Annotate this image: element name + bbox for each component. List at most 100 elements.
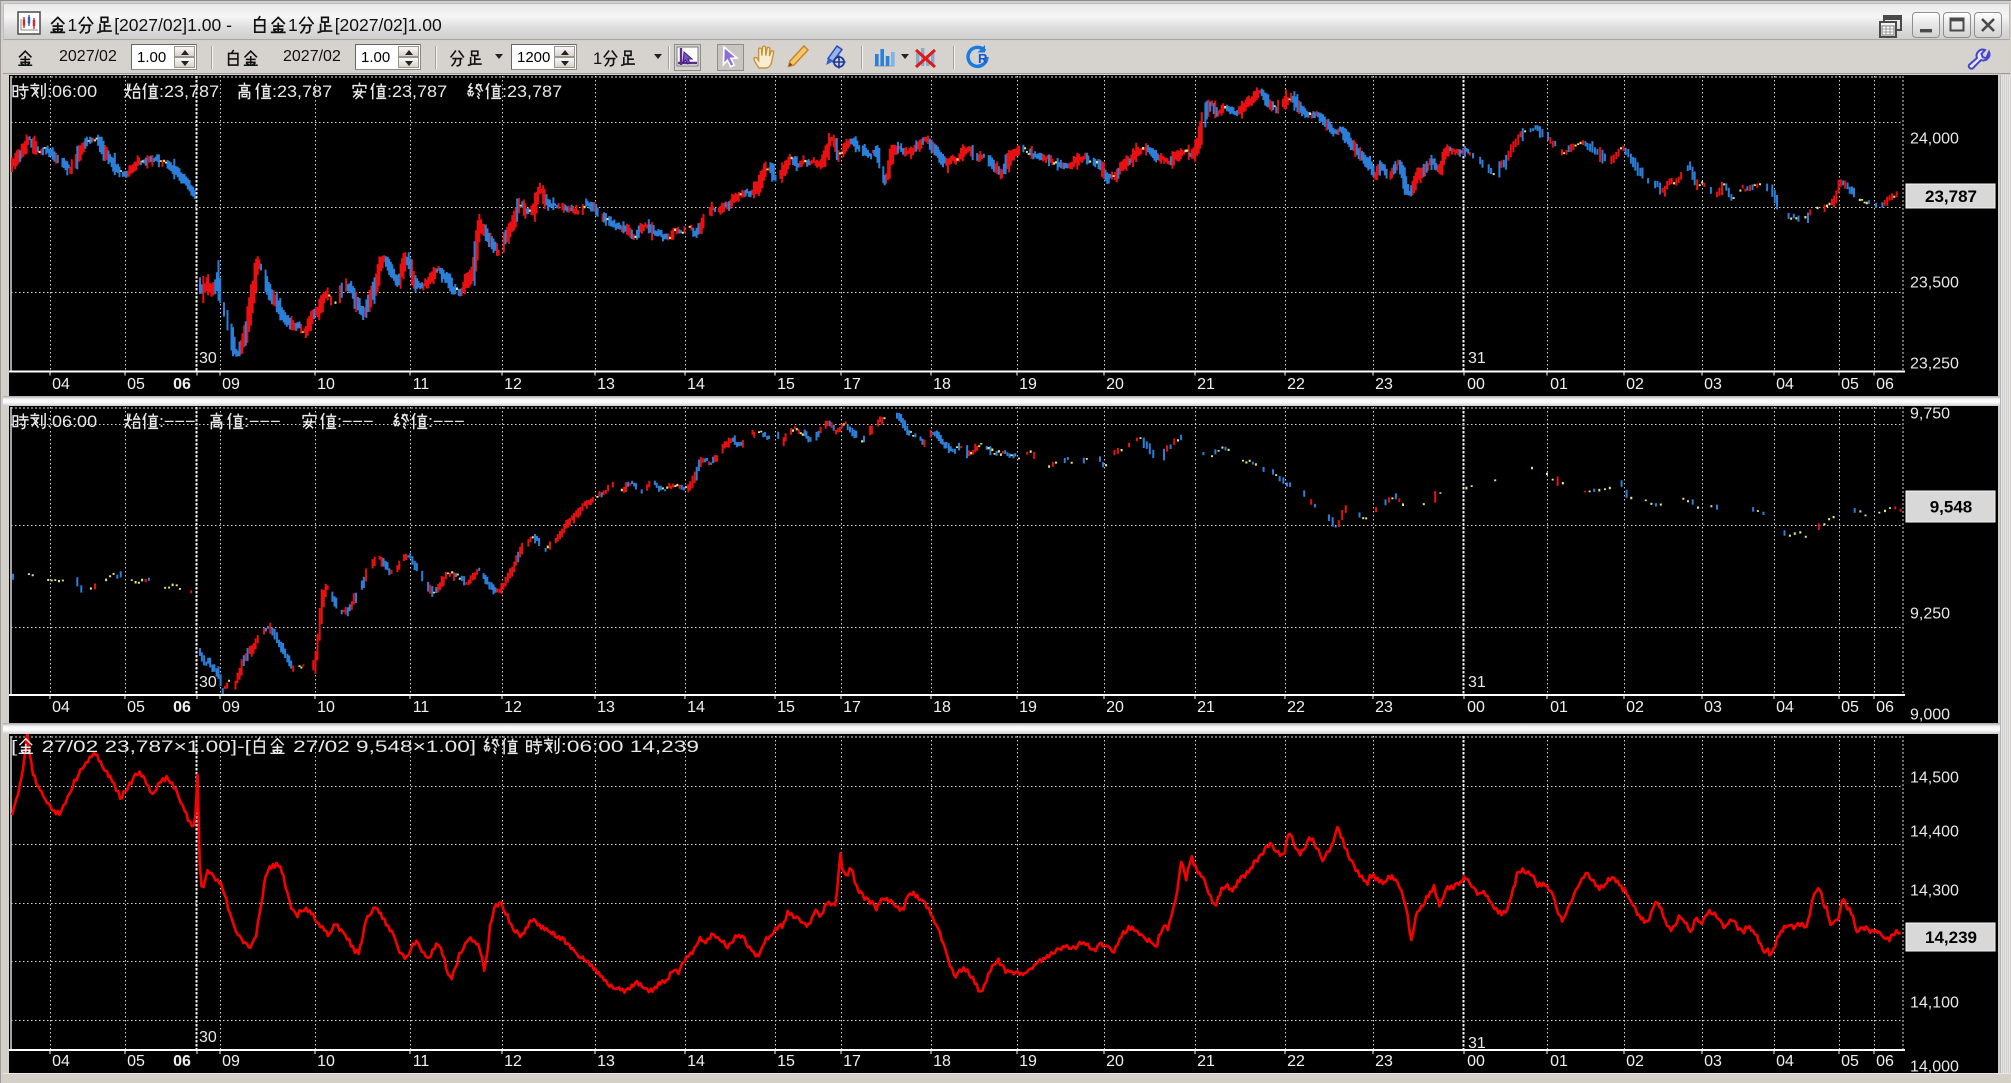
svg-text:23,787: 23,787 — [1925, 187, 1977, 206]
svg-text:11: 11 — [413, 699, 430, 716]
svg-text:19: 19 — [1019, 376, 1037, 393]
svg-text:17: 17 — [843, 376, 861, 393]
svg-text:22: 22 — [1287, 1053, 1305, 1070]
svg-text::23,787: :23,787 — [387, 82, 447, 101]
svg-text::−−−: :−−− — [337, 412, 374, 431]
svg-text:23: 23 — [1375, 699, 1393, 716]
svg-text:31: 31 — [1468, 674, 1486, 691]
svg-text:15: 15 — [777, 699, 795, 716]
svg-text:15: 15 — [777, 376, 795, 393]
svg-text:22: 22 — [1287, 699, 1305, 716]
svg-text:13: 13 — [597, 376, 615, 393]
svg-text:05: 05 — [127, 376, 145, 393]
svg-text::23,787: :23,787 — [272, 82, 332, 101]
svg-text:17: 17 — [843, 699, 861, 716]
svg-text:23: 23 — [1375, 1053, 1393, 1070]
svg-text:00: 00 — [1467, 699, 1485, 716]
svg-text:11: 11 — [413, 376, 430, 393]
svg-text:30: 30 — [199, 674, 217, 691]
svg-text:14,400: 14,400 — [1910, 824, 1959, 841]
svg-text:17: 17 — [843, 1053, 861, 1070]
svg-text:22: 22 — [1287, 376, 1305, 393]
svg-text:9,548: 9,548 — [1930, 498, 1973, 517]
svg-text:06: 06 — [1876, 699, 1894, 716]
svg-text:02: 02 — [1626, 376, 1644, 393]
svg-text:14,500: 14,500 — [1910, 770, 1959, 787]
svg-text:12: 12 — [504, 699, 522, 716]
svg-text:04: 04 — [1776, 1053, 1794, 1070]
svg-text:12: 12 — [504, 1053, 522, 1070]
svg-text:06: 06 — [1876, 376, 1894, 393]
svg-text:05: 05 — [127, 699, 145, 716]
svg-text:13: 13 — [597, 699, 615, 716]
svg-text:R: R — [978, 51, 988, 66]
svg-text:11: 11 — [413, 1053, 430, 1070]
svg-text:02: 02 — [1626, 699, 1644, 716]
svg-text:19: 19 — [1019, 699, 1037, 716]
svg-text:03: 03 — [1704, 376, 1722, 393]
svg-text::06:00: :06:00 — [47, 82, 97, 101]
svg-text:20: 20 — [1106, 376, 1124, 393]
svg-text:10: 10 — [317, 1053, 335, 1070]
svg-text:14,300: 14,300 — [1910, 883, 1959, 900]
svg-text:00: 00 — [1467, 376, 1485, 393]
svg-text::−−−: :−−− — [428, 412, 465, 431]
svg-text:04: 04 — [52, 699, 70, 716]
svg-text::06:00 14,239: :06:00 14,239 — [561, 737, 699, 756]
svg-text:13: 13 — [597, 1053, 615, 1070]
svg-text:04: 04 — [1776, 376, 1794, 393]
svg-text:06: 06 — [173, 1053, 191, 1070]
svg-text:03: 03 — [1704, 1053, 1722, 1070]
svg-text::−−−: :−−− — [244, 412, 281, 431]
svg-text:30: 30 — [199, 350, 217, 367]
svg-text:9,000: 9,000 — [1910, 707, 1950, 724]
svg-text:03: 03 — [1704, 699, 1722, 716]
svg-text::−−−: :−−− — [159, 412, 196, 431]
svg-text:20: 20 — [1106, 1053, 1124, 1070]
svg-text:9,250: 9,250 — [1910, 606, 1950, 623]
svg-text:10: 10 — [317, 699, 335, 716]
svg-text:23,500: 23,500 — [1910, 275, 1959, 292]
svg-text:06: 06 — [173, 699, 191, 716]
svg-text:02: 02 — [1626, 1053, 1644, 1070]
svg-text:09: 09 — [222, 1053, 240, 1070]
svg-text:05: 05 — [1841, 376, 1859, 393]
svg-text:31: 31 — [1468, 350, 1486, 367]
svg-text:05: 05 — [1841, 1053, 1859, 1070]
svg-text:09: 09 — [222, 376, 240, 393]
svg-text:23: 23 — [1375, 376, 1393, 393]
svg-text:27/02 23,787×1.00]-[: 27/02 23,787×1.00]-[ — [35, 737, 251, 756]
svg-text:30: 30 — [199, 1029, 217, 1046]
svg-text:04: 04 — [52, 376, 70, 393]
svg-text:18: 18 — [933, 699, 951, 716]
svg-text:05: 05 — [127, 1053, 145, 1070]
svg-text:01: 01 — [1550, 1053, 1568, 1070]
svg-text:9,750: 9,750 — [1910, 406, 1950, 423]
svg-text:14: 14 — [687, 376, 705, 393]
svg-text:01: 01 — [1550, 699, 1568, 716]
svg-text:20: 20 — [1106, 699, 1124, 716]
svg-text:23,250: 23,250 — [1910, 356, 1959, 373]
svg-text:14,000: 14,000 — [1910, 1059, 1959, 1074]
svg-text:09: 09 — [222, 699, 240, 716]
svg-text::23,787: :23,787 — [159, 82, 219, 101]
svg-text:04: 04 — [1776, 699, 1794, 716]
svg-text:06: 06 — [173, 376, 191, 393]
svg-text:10: 10 — [317, 376, 335, 393]
svg-text:24,000: 24,000 — [1910, 131, 1959, 148]
svg-text:21: 21 — [1197, 376, 1215, 393]
svg-text:21: 21 — [1197, 1053, 1215, 1070]
svg-text:00: 00 — [1467, 1053, 1485, 1070]
svg-text:14: 14 — [687, 1053, 705, 1070]
svg-text:14,100: 14,100 — [1910, 995, 1959, 1012]
svg-text:18: 18 — [933, 1053, 951, 1070]
svg-text:[: [ — [11, 737, 18, 756]
svg-text:06: 06 — [1876, 1053, 1894, 1070]
svg-text:04: 04 — [52, 1053, 70, 1070]
svg-text:19: 19 — [1019, 1053, 1037, 1070]
svg-text:05: 05 — [1841, 699, 1859, 716]
svg-text:21: 21 — [1197, 699, 1215, 716]
svg-text::06:00: :06:00 — [47, 412, 97, 431]
svg-text:1: 1 — [593, 50, 602, 68]
svg-text:18: 18 — [933, 376, 951, 393]
